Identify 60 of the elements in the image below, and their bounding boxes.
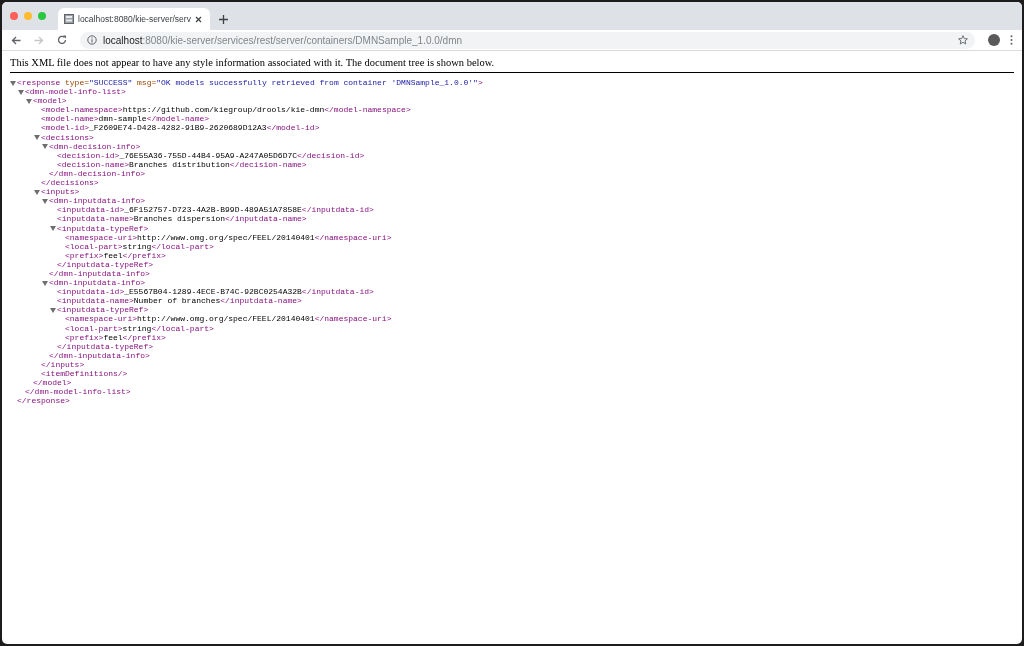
xml-line: <model-name>dmn-sample</model-name>: [41, 114, 210, 124]
xml-line: <inputdata-id>_6F152757-D723-4A2B-B99D-489A51A7858E</inputdata-id>: [57, 205, 374, 215]
address-bar[interactable]: localhost:8080/kie-server/services/rest/server/containers/DMNSample_1.0.0/dmn: [80, 31, 975, 49]
xml-line: <prefix>feel</prefix>: [65, 250, 166, 260]
xml-line: <inputdata-typeRef>: [57, 305, 149, 315]
xml-line: <dmn-model-info-list>: [25, 87, 126, 97]
xml-line: <dmn-inputdata-info>: [49, 278, 145, 288]
expand-triangle-icon[interactable]: [10, 79, 16, 86]
menu-icon[interactable]: [1010, 35, 1013, 45]
expand-triangle-icon[interactable]: [18, 88, 24, 95]
expand-triangle-icon[interactable]: [42, 279, 48, 286]
url-text: localhost:8080/kie-server/services/rest/server/containers/DMNSample_1.0.0/dmn: [103, 33, 464, 48]
xml-line: </dmn-decision-info>: [49, 168, 145, 178]
xml-line: <decision-name>Branches distribution</decision-name>: [57, 159, 307, 169]
expand-triangle-icon[interactable]: [50, 225, 56, 232]
xml-line: <local-part>string</local-part>: [65, 241, 214, 251]
xml-line: <dmn-inputdata-info>: [49, 196, 145, 206]
profile-avatar[interactable]: [988, 34, 1000, 46]
xml-line: <local-part>string</local-part>: [65, 323, 214, 333]
xml-line: <itemDefinitions/>: [41, 369, 128, 378]
xml-line: <inputdata-name>Number of branches</inputdata-name>: [57, 296, 302, 306]
xml-line: </inputdata-typeRef>: [57, 341, 153, 351]
back-arrow-icon[interactable]: [11, 35, 21, 45]
xml-line: </dmn-inputdata-info>: [49, 268, 150, 278]
xml-line: </response>: [17, 396, 70, 406]
xml-line: <response type="SUCCESS" msg="OK models successfully retrieved from container 'DMNSample_1.0.0'">: [17, 78, 483, 88]
xml-line: </decisions>: [41, 178, 99, 188]
xml-line: <model>: [33, 96, 67, 106]
page-icon: [64, 14, 74, 24]
expand-triangle-icon[interactable]: [42, 197, 48, 204]
xml-notice: This XML file does not appear to have any style information associated with it. The document tree is shown below.: [10, 56, 1014, 73]
xml-line: <decision-id>_76E55A36-755D-44B4-95A9-A247A05D6D7C</decision-id>: [57, 150, 365, 160]
expand-triangle-icon[interactable]: [26, 97, 32, 104]
xml-line: <inputdata-typeRef>: [57, 223, 149, 233]
xml-line: <inputdata-name>Branches dispersion</inputdata-name>: [57, 214, 307, 224]
xml-line: <namespace-uri>http://www.omg.org/spec/FEEL/20140401</namespace-uri>: [65, 232, 392, 242]
xml-line: </inputs>: [41, 359, 85, 369]
xml-line: <dmn-decision-info>: [49, 141, 141, 151]
xml-line: </inputdata-typeRef>: [57, 259, 153, 269]
close-icon[interactable]: [194, 15, 202, 23]
xml-line: <prefix>feel</prefix>: [65, 332, 166, 342]
expand-triangle-icon[interactable]: [34, 188, 40, 195]
xml-line: <model-namespace>https://github.com/kiegroup/drools/kie-dmn</model-namespace>: [41, 105, 411, 115]
xml-line: <namespace-uri>http://www.omg.org/spec/FEEL/20140401</namespace-uri>: [65, 314, 392, 324]
xml-line: <inputdata-id>_E5567B04-1289-4ECE-B74C-92BC0254A32B</inputdata-id>: [57, 287, 374, 297]
reload-icon[interactable]: [57, 35, 67, 45]
xml-line: </model>: [33, 378, 72, 388]
expand-triangle-icon[interactable]: [42, 143, 48, 150]
info-icon[interactable]: [87, 35, 97, 45]
expand-triangle-icon[interactable]: [34, 134, 40, 141]
xml-line: <decisions>: [41, 132, 94, 142]
tab-title: localhost:8080/kie-server/serv: [78, 12, 191, 26]
xml-line: <model-id>_F2609E74-D428-4282-91B9-2620689D12A3</model-id>: [41, 123, 320, 133]
plus-icon[interactable]: [219, 15, 228, 24]
star-icon[interactable]: [958, 35, 968, 45]
expand-triangle-icon[interactable]: [50, 306, 56, 313]
xml-line: <inputs>: [41, 187, 80, 197]
xml-line: </dmn-inputdata-info>: [49, 350, 150, 360]
browser-tab[interactable]: localhost:8080/kie-server/serv: [58, 8, 210, 30]
xml-line: </dmn-model-info-list>: [25, 387, 131, 397]
